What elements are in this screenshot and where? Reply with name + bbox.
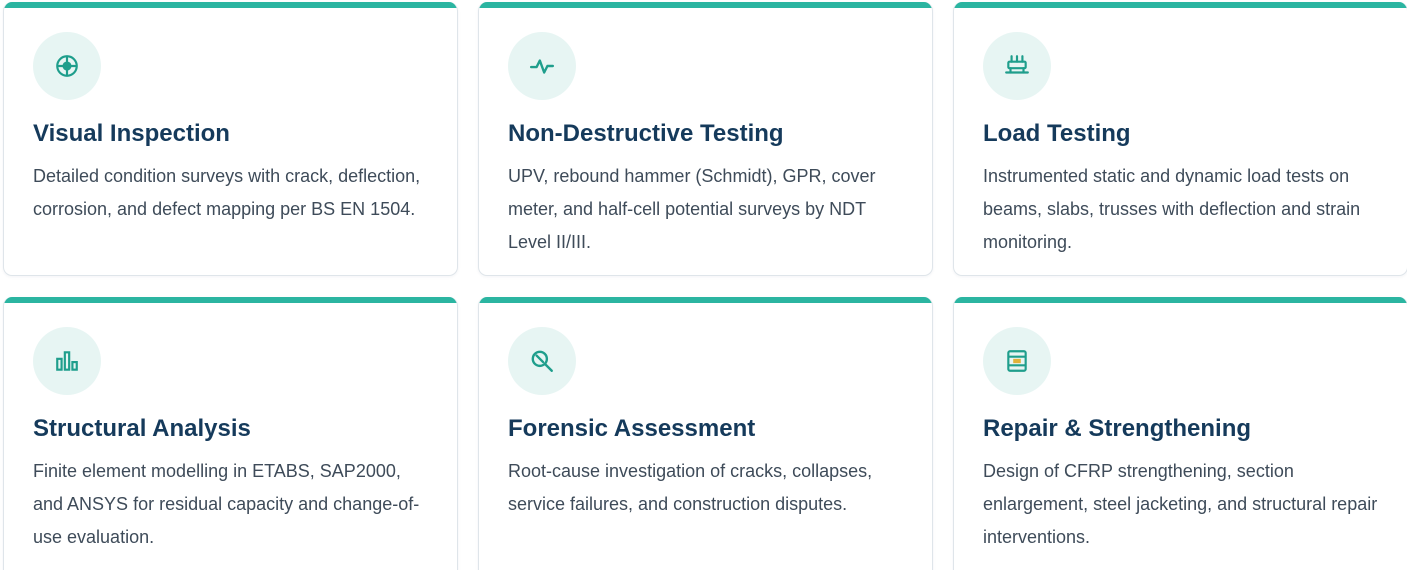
card-description: UPV, rebound hammer (Schmidt), GPR, cove… [508,166,876,252]
load-frame-icon [1005,55,1029,74]
card-title: Structural Analysis [33,415,251,442]
service-card-repair-strengthening[interactable]: Repair & Strengthening Design of CFRP st… [953,297,1407,570]
card-title: Forensic Assessment [508,415,756,442]
icon-badge [33,327,101,395]
card-description: Design of CFRP strengthening, section en… [983,461,1378,547]
card-description: Detailed condition surveys with crack, d… [33,166,421,219]
card-accent-bar [4,297,457,303]
repair-panel-icon [1007,350,1027,372]
card-accent-bar [479,2,932,8]
service-card-non-destructive-testing[interactable]: Non-Destructive Testing UPV, rebound ham… [478,2,933,276]
pulse-icon [529,59,555,74]
icon-badge [508,32,576,100]
card-description: Root-cause investigation of cracks, coll… [508,461,873,514]
icon-badge [508,327,576,395]
card-title: Load Testing [983,120,1131,147]
card-title: Visual Inspection [33,120,230,147]
card-accent-bar [954,2,1407,8]
icon-badge [983,32,1051,100]
service-card-visual-inspection[interactable]: Visual Inspection Detailed condition sur… [3,2,458,276]
card-accent-bar [954,297,1407,303]
services-grid: Visual Inspection Detailed condition sur… [0,0,1407,570]
card-title: Non-Destructive Testing [508,120,784,147]
icon-badge [33,32,101,100]
card-description: Finite element modelling in ETABS, SAP20… [33,461,420,547]
bar-chart-icon [56,351,78,371]
service-card-load-testing[interactable]: Load Testing Instrumented static and dyn… [953,2,1407,276]
card-accent-bar [4,2,457,8]
card-accent-bar [479,297,932,303]
magnifier-icon [531,350,553,372]
crosshair-icon [56,55,78,77]
service-card-forensic-assessment[interactable]: Forensic Assessment Root-cause investiga… [478,297,933,570]
card-title: Repair & Strengthening [983,415,1252,442]
card-description: Instrumented static and dynamic load tes… [983,166,1361,252]
icon-badge [983,327,1051,395]
service-card-structural-analysis[interactable]: Structural Analysis Finite element model… [3,297,458,570]
